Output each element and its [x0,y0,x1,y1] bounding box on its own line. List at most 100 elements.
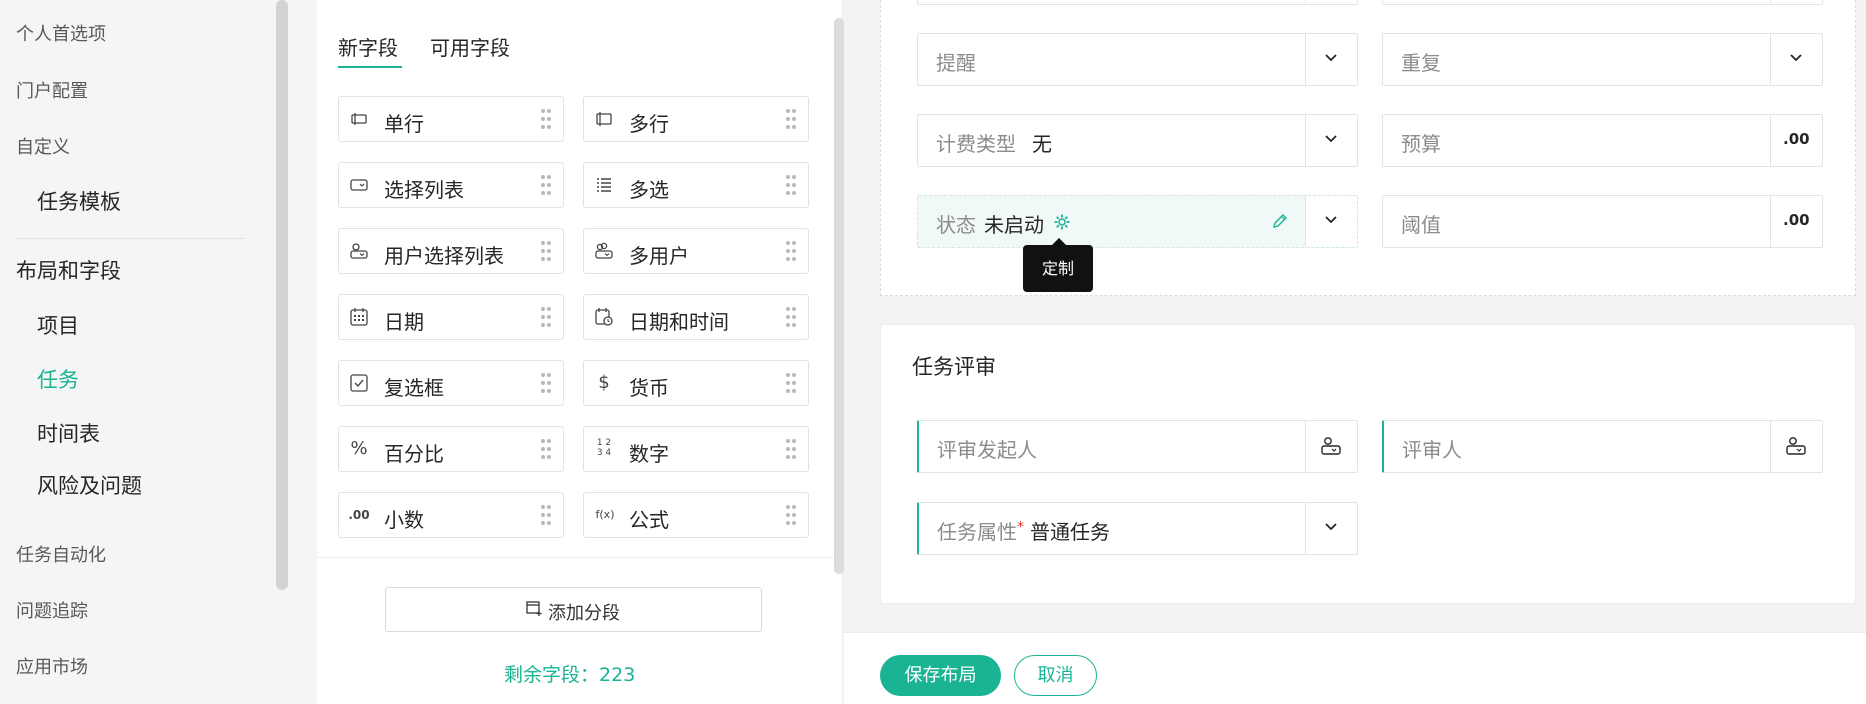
field-label: 小数 [384,508,424,532]
field-label: 复选框 [384,376,444,400]
drag-handle-icon[interactable] [541,439,551,459]
pick-list-icon [349,175,369,195]
field-label: 用户选择列表 [384,244,504,268]
dollar-icon: $ [598,372,610,393]
task-attribute-dropdown[interactable] [1305,503,1357,554]
multi-user-icon [594,241,614,261]
pencil-icon[interactable] [1271,212,1289,230]
dropdown-addon[interactable] [1305,0,1357,3]
drag-handle-icon[interactable] [786,439,796,459]
user-picker-addon[interactable] [1770,421,1822,472]
billing-type-dropdown[interactable] [1305,115,1357,166]
field-user-pick-list[interactable]: 用户选择列表 [338,228,564,274]
user-pick-list-icon [349,241,369,261]
nav-item-project[interactable]: 项目 [37,310,79,340]
field-pick-list[interactable]: 选择列表 [338,162,564,208]
field-multi-user[interactable]: 多用户 [583,228,809,274]
field-currency[interactable]: $ 货币 [583,360,809,406]
field-decimal[interactable]: .00 小数 [338,492,564,538]
section-task-review: 任务评审 评审发起人 评审人 任务属性* 普通任务 [880,324,1856,604]
billing-type-field[interactable]: 计费类型无 [917,114,1358,167]
add-section-button[interactable]: 添加分段 [385,587,762,632]
repeat-label: 重复 [1401,51,1441,75]
reminder-field[interactable]: 提醒 [917,33,1358,86]
nav-item-risks-issues[interactable]: 风险及问题 [37,470,142,500]
field-label: 多选 [629,178,669,202]
task-attribute-field[interactable]: 任务属性* 普通任务 [917,502,1358,555]
nav-item-layout-fields[interactable]: 布局和字段 [16,255,121,285]
nav-item-portal-config[interactable]: 门户配置 [16,77,88,103]
drag-handle-icon[interactable] [541,373,551,393]
threshold-field[interactable]: 阈值 .00 [1382,195,1823,248]
tab-new-fields[interactable]: 新字段 [338,32,398,61]
threshold-label: 阈值 [1401,213,1441,237]
nav-scrollbar[interactable] [276,0,288,590]
decimal-suffix: .00 [1783,211,1810,229]
tab-active-indicator [338,66,402,68]
field-label: 日期 [384,310,424,334]
field-datetime[interactable]: 日期和时间 [583,294,809,340]
cancel-button[interactable]: 取消 [1014,655,1097,696]
required-mark: * [1017,519,1024,536]
drag-handle-icon[interactable] [786,109,796,129]
drag-handle-icon[interactable] [541,109,551,129]
status-field[interactable]: 状态 未启动 [917,195,1358,248]
repeat-field[interactable]: 重复 [1382,33,1823,86]
nav-item-timesheet[interactable]: 时间表 [37,418,100,448]
nav-item-task-template[interactable]: 任务模板 [37,186,121,216]
drag-handle-icon[interactable] [786,241,796,261]
save-layout-button[interactable]: 保存布局 [880,655,1001,696]
field-label: 数字 [629,442,669,466]
customize-tooltip: 定制 [1023,238,1093,292]
field-single-line[interactable]: 单行 [338,96,564,142]
chevron-down-icon [1325,135,1337,143]
palette-scrollbar[interactable] [834,18,844,574]
multi-select-icon [594,175,614,195]
task-attribute-label: 任务属性* 普通任务 [937,516,1110,545]
drag-handle-icon[interactable] [786,373,796,393]
drag-handle-icon[interactable] [541,175,551,195]
dropdown-addon[interactable] [1770,0,1822,3]
nav-item-marketplace[interactable]: 应用市场 [16,653,88,679]
field-multi-line[interactable]: 多行 [583,96,809,142]
field-label: 单行 [384,112,424,136]
decimal-addon: .00 [1770,196,1822,247]
billing-type-label: 计费类型无 [936,128,1052,157]
field-multi-select[interactable]: 多选 [583,162,809,208]
settings-nav: 个人首选项 门户配置 自定义 任务模板 布局和字段 项目 任务 时间表 风险及问… [0,0,288,704]
nav-item-issue-tracking[interactable]: 问题追踪 [16,597,88,623]
budget-field[interactable]: 预算 .00 [1382,114,1823,167]
reminder-dropdown[interactable] [1305,34,1357,85]
drag-handle-icon[interactable] [541,505,551,525]
reviewer-label: 评审人 [1402,438,1462,462]
status-dropdown[interactable] [1305,196,1357,247]
decimal-addon: .00 [1770,115,1822,166]
drag-handle-icon[interactable] [786,175,796,195]
task-attribute-value: 普通任务 [1030,520,1110,544]
gear-icon[interactable] [1053,213,1071,231]
field-label: 百分比 [384,442,444,466]
drag-handle-icon[interactable] [541,241,551,261]
number-icon-bottom: 3 4 [596,448,612,458]
input-cutoff-left[interactable] [917,0,1358,5]
nav-item-task-automation[interactable]: 任务自动化 [16,541,106,567]
field-checkbox[interactable]: 复选框 [338,360,564,406]
field-percent[interactable]: % 百分比 [338,426,564,472]
field-date[interactable]: 日期 [338,294,564,340]
nav-item-task[interactable]: 任务 [37,364,79,394]
input-cutoff-right[interactable] [1382,0,1823,5]
field-formula[interactable]: f(x) 公式 [583,492,809,538]
drag-handle-icon[interactable] [786,505,796,525]
reviewer-field[interactable]: 评审人 [1382,420,1823,473]
review-initiator-field[interactable]: 评审发起人 [917,420,1358,473]
remaining-fields: 剩余字段：223 [504,660,635,687]
repeat-dropdown[interactable] [1770,34,1822,85]
nav-item-preferences[interactable]: 个人首选项 [16,20,106,46]
field-number[interactable]: 1 2 3 4 数字 [583,426,809,472]
field-label: 货币 [629,376,669,400]
nav-item-customize[interactable]: 自定义 [16,133,70,159]
drag-handle-icon[interactable] [541,307,551,327]
tab-available-fields[interactable]: 可用字段 [430,32,510,61]
drag-handle-icon[interactable] [786,307,796,327]
user-picker-addon[interactable] [1305,421,1357,472]
